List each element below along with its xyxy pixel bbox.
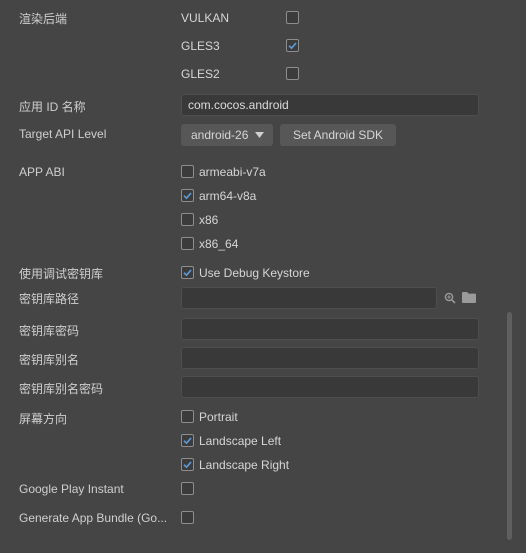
arm64-v8a-label: arm64-v8a: [199, 189, 257, 203]
armeabi-v7a-label: armeabi-v7a: [199, 165, 266, 179]
keystore-password-label: 密钥库密码: [19, 324, 80, 338]
render-option-gles3-label: GLES3: [181, 39, 220, 53]
x86-64-checkbox[interactable]: [181, 237, 194, 250]
check-icon: [288, 42, 297, 50]
vertical-scrollbar[interactable]: [507, 312, 512, 540]
gles3-checkbox[interactable]: [286, 39, 299, 52]
keystore-alias-password-label: 密钥库别名密码: [19, 382, 104, 396]
app-abi-label: APP ABI: [19, 165, 65, 179]
vulkan-checkbox[interactable]: [286, 11, 299, 24]
use-debug-keystore-label: Use Debug Keystore: [199, 266, 310, 280]
package-name-label: 应用 ID 名称: [19, 100, 86, 114]
keystore-alias-password-field: [181, 376, 479, 398]
keystore-path-input[interactable]: [182, 288, 436, 308]
portrait-label: Portrait: [199, 410, 238, 424]
keystore-alias-field: [181, 347, 479, 369]
app-bundle-label: Generate App Bundle (Go...: [19, 511, 168, 525]
google-play-instant-checkbox[interactable]: [181, 482, 194, 495]
target-api-label: Target API Level: [19, 127, 107, 141]
debug-keystore-label: 使用调试密钥库: [19, 267, 104, 281]
orientation-label: 屏幕方向: [19, 412, 68, 426]
google-play-instant-label: Google Play Instant: [19, 482, 124, 496]
keystore-password-input[interactable]: [182, 319, 478, 339]
target-api-value: android-26: [191, 128, 249, 142]
landscape-left-label: Landscape Left: [199, 434, 282, 448]
app-bundle-checkbox[interactable]: [181, 511, 194, 524]
x86-checkbox[interactable]: [181, 213, 194, 226]
keystore-alias-password-input[interactable]: [182, 377, 478, 397]
target-api-select[interactable]: android-26: [181, 124, 273, 146]
use-debug-keystore-checkbox[interactable]: [181, 266, 194, 279]
check-icon: [183, 437, 192, 445]
x86-label: x86: [199, 213, 219, 227]
arm64-v8a-checkbox[interactable]: [181, 189, 194, 202]
keystore-path-field: [181, 287, 437, 309]
search-icon[interactable]: [444, 292, 456, 304]
x86-64-label: x86_64: [199, 237, 239, 251]
render-backend-label: 渲染后端: [19, 12, 68, 26]
landscape-right-label: Landscape Right: [199, 458, 290, 472]
armeabi-v7a-checkbox[interactable]: [181, 165, 194, 178]
chevron-down-icon: [255, 132, 264, 138]
check-icon: [183, 269, 192, 277]
check-icon: [183, 461, 192, 469]
package-name-field: [181, 94, 479, 116]
render-option-gles2-label: GLES2: [181, 67, 220, 81]
package-name-input[interactable]: [182, 95, 478, 115]
landscape-left-checkbox[interactable]: [181, 434, 194, 447]
keystore-alias-label: 密钥库别名: [19, 353, 80, 367]
check-icon: [183, 192, 192, 200]
render-option-vulkan-label: VULKAN: [181, 11, 230, 25]
portrait-checkbox[interactable]: [181, 410, 194, 423]
keystore-password-field: [181, 318, 479, 340]
keystore-alias-input[interactable]: [182, 348, 478, 368]
folder-icon[interactable]: [462, 292, 476, 303]
set-android-sdk-button[interactable]: Set Android SDK: [280, 124, 396, 146]
landscape-right-checkbox[interactable]: [181, 458, 194, 471]
gles2-checkbox[interactable]: [286, 67, 299, 80]
keystore-path-label: 密钥库路径: [19, 292, 80, 306]
